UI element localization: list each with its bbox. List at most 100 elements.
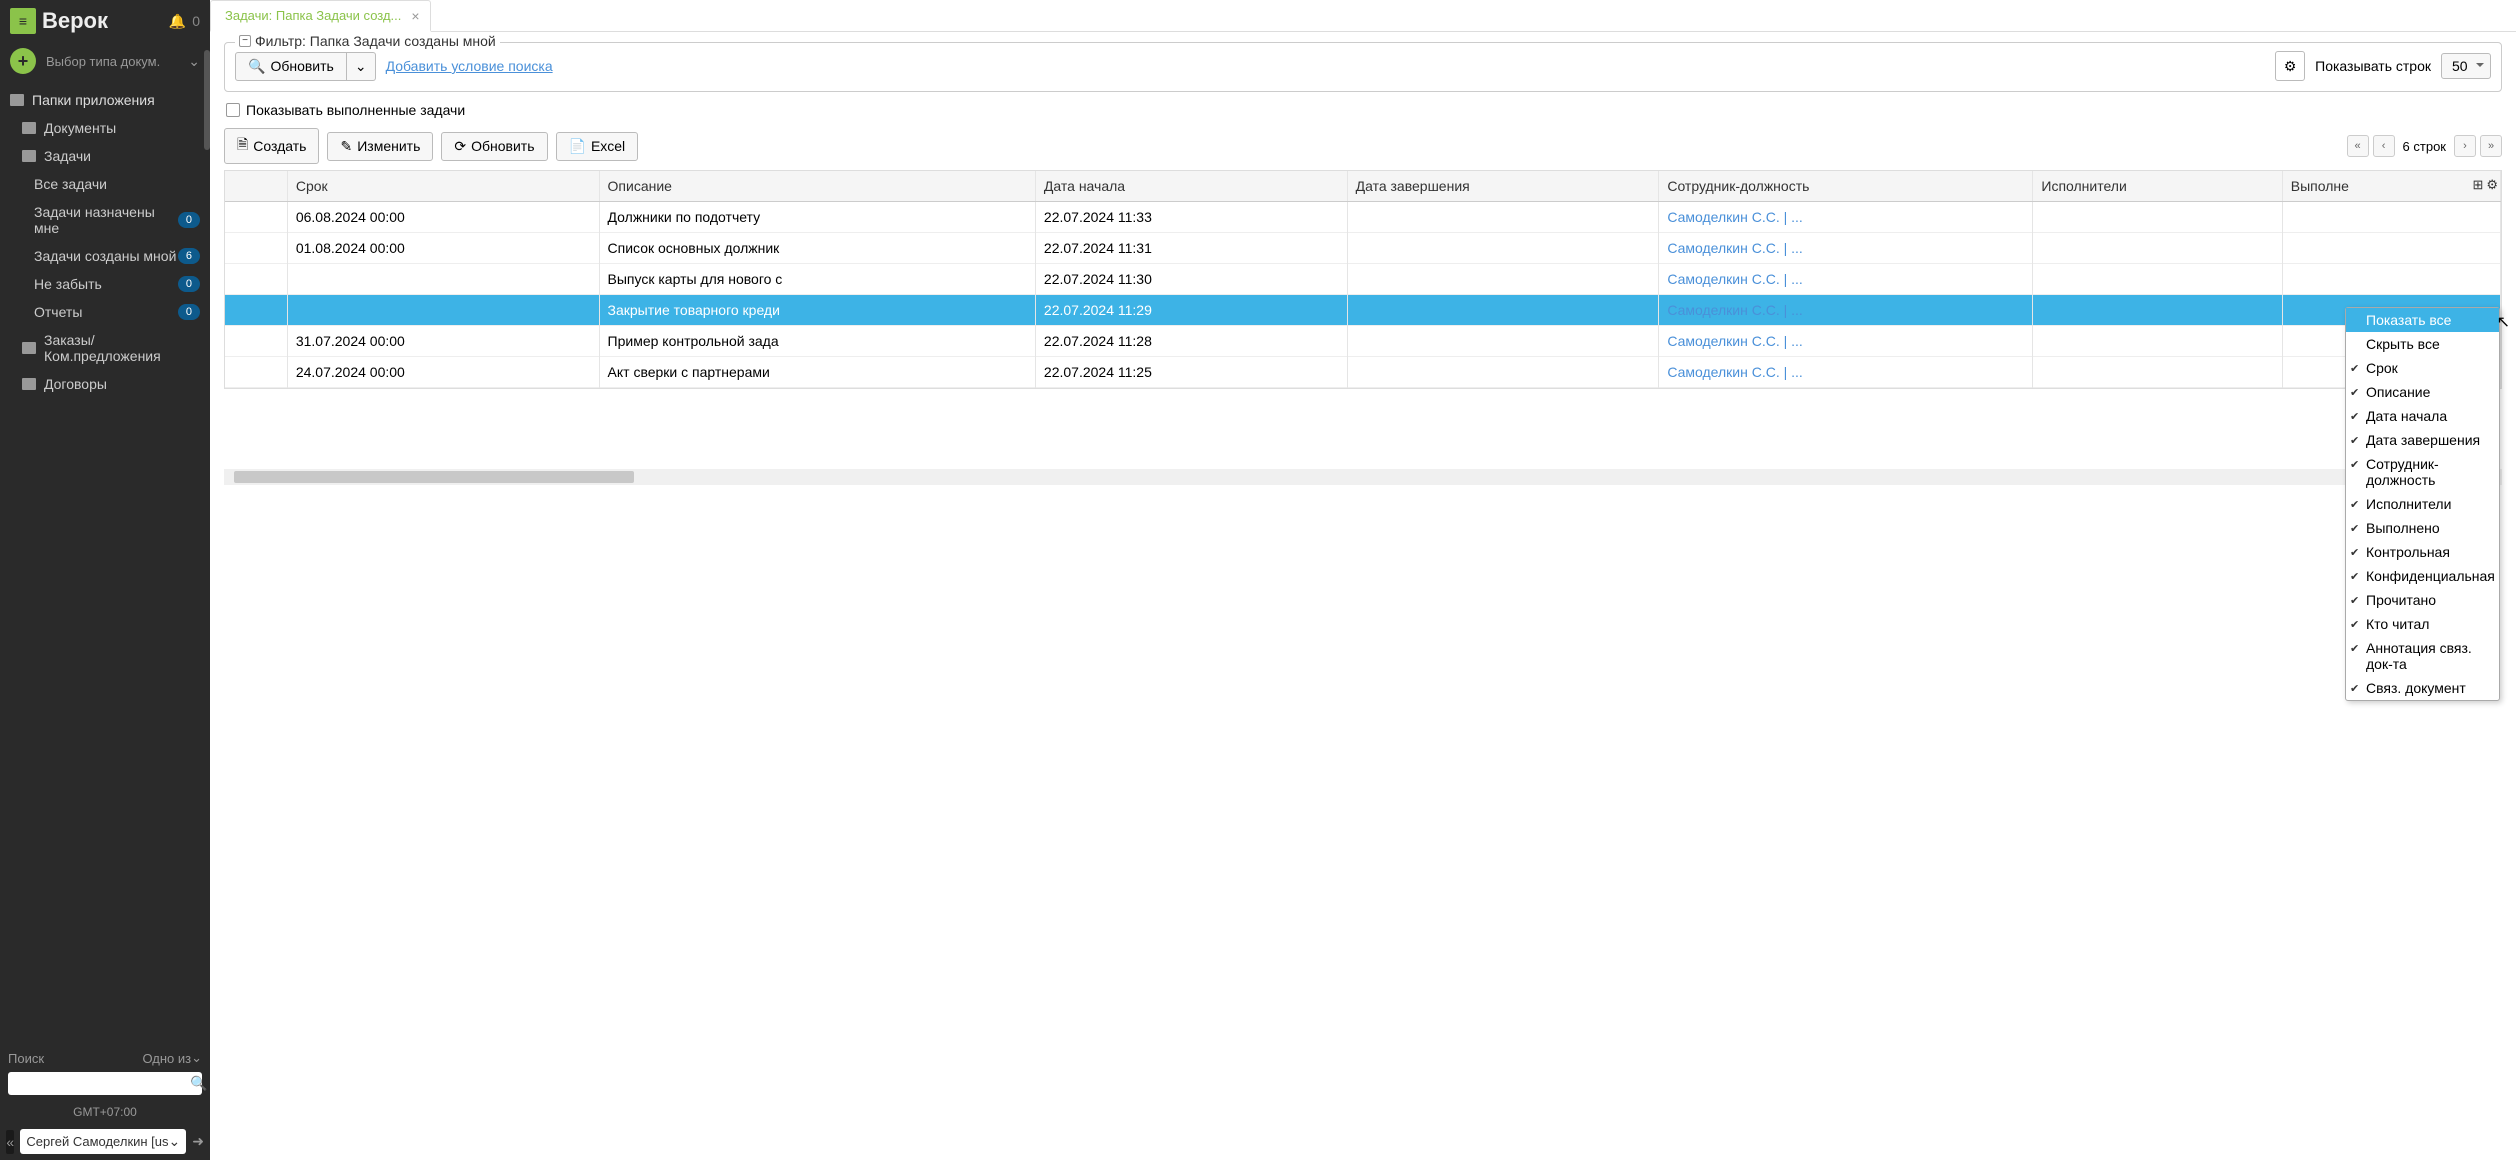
horizontal-scrollbar[interactable] xyxy=(224,469,2502,485)
sidebar-item[interactable]: Задачи созданы мной6 xyxy=(0,242,210,270)
row-checkbox[interactable] xyxy=(225,357,287,388)
collapse-sidebar-button[interactable]: « xyxy=(6,1130,14,1154)
cell-employee: Самоделкин С.С. | ... xyxy=(1659,233,2033,264)
search-icon: 🔍 xyxy=(248,58,265,75)
sidebar-item[interactable]: Заказы/Ком.предложения xyxy=(0,326,210,370)
col-executors[interactable]: Исполнители xyxy=(2033,171,2282,202)
sidebar-item[interactable]: Договоры xyxy=(0,370,210,398)
page-next-button[interactable]: › xyxy=(2454,135,2476,157)
tab-bar: Задачи: Папка Задачи созд... × xyxy=(210,0,2516,32)
create-button[interactable]: 🗎Создать xyxy=(224,128,319,164)
page-first-button[interactable]: « xyxy=(2347,135,2369,157)
search-icon[interactable]: 🔍 xyxy=(190,1075,207,1092)
grid-icon[interactable]: ⊞ xyxy=(2472,177,2483,193)
employee-link[interactable]: Самоделкин С.С. | ... xyxy=(1667,271,1802,287)
close-tab-icon[interactable]: × xyxy=(411,8,419,24)
cell-start: 22.07.2024 11:30 xyxy=(1035,264,1347,295)
tab-tasks[interactable]: Задачи: Папка Задачи созд... × xyxy=(210,0,431,32)
check-icon: ✔ xyxy=(2350,618,2359,631)
row-checkbox[interactable] xyxy=(225,233,287,264)
table-row[interactable]: 01.08.2024 00:00Список основных должник2… xyxy=(225,233,2501,264)
column-settings-icon[interactable]: ⚙ xyxy=(2486,177,2498,193)
row-checkbox[interactable] xyxy=(225,202,287,233)
sidebar-item-label: Задачи назначены мне xyxy=(34,204,178,236)
cell-done xyxy=(2282,202,2500,233)
column-toggle-item[interactable]: ✔Дата начала xyxy=(2346,404,2499,428)
cell-start: 22.07.2024 11:28 xyxy=(1035,326,1347,357)
check-icon: ✔ xyxy=(2350,682,2359,695)
sidebar-item[interactable]: Не забыть0 xyxy=(0,270,210,298)
sidebar-item[interactable]: Документы xyxy=(0,114,210,142)
sidebar-item[interactable]: Задачи xyxy=(0,142,210,170)
column-toggle-item[interactable]: ✔Аннотация связ. док-та xyxy=(2346,636,2499,676)
col-description[interactable]: Описание xyxy=(599,171,1035,202)
column-toggle-item[interactable]: ✔Контрольная xyxy=(2346,540,2499,564)
column-toggle-item[interactable]: ✔Кто читал xyxy=(2346,612,2499,636)
column-toggle-item[interactable]: ✔Прочитано xyxy=(2346,588,2499,612)
table-row[interactable]: 06.08.2024 00:00Должники по подотчету22.… xyxy=(225,202,2501,233)
employee-link[interactable]: Самоделкин С.С. | ... xyxy=(1667,333,1802,349)
filter-refresh-button[interactable]: 🔍 Обновить xyxy=(235,52,347,81)
employee-link[interactable]: Самоделкин С.С. | ... xyxy=(1667,240,1802,256)
column-toggle-item[interactable]: ✔Срок xyxy=(2346,356,2499,380)
row-checkbox[interactable] xyxy=(225,295,287,326)
bell-icon[interactable]: 🔔 xyxy=(169,13,186,30)
cell-description: Должники по подотчету xyxy=(599,202,1035,233)
row-checkbox[interactable] xyxy=(225,264,287,295)
column-toggle-item[interactable]: ✔Сотрудник-должность xyxy=(2346,452,2499,492)
column-toggle-item[interactable]: ✔Описание xyxy=(2346,380,2499,404)
employee-link[interactable]: Самоделкин С.С. | ... xyxy=(1667,209,1802,225)
column-toggle-item[interactable]: ✔Исполнители xyxy=(2346,492,2499,516)
doc-type-select[interactable]: Выбор типа докум. xyxy=(46,54,178,69)
add-condition-link[interactable]: Добавить условие поиска xyxy=(386,58,553,74)
logout-icon[interactable]: ➜ xyxy=(192,1133,204,1150)
collapse-filter-icon[interactable]: − xyxy=(239,35,251,47)
sidebar-item[interactable]: Задачи назначены мне0 xyxy=(0,198,210,242)
search-label: Поиск xyxy=(8,1051,142,1066)
employee-link[interactable]: Самоделкин С.С. | ... xyxy=(1667,364,1802,380)
page-last-button[interactable]: » xyxy=(2480,135,2502,157)
column-toggle-item[interactable]: ✔Выполнено xyxy=(2346,516,2499,540)
filter-settings-button[interactable]: ⚙ xyxy=(2275,51,2305,81)
refresh-button[interactable]: ⟳Обновить xyxy=(441,132,547,161)
col-employee[interactable]: Сотрудник-должность xyxy=(1659,171,2033,202)
table-row[interactable]: 24.07.2024 00:00Акт сверки с партнерами2… xyxy=(225,357,2501,388)
excel-button[interactable]: 📄Excel xyxy=(556,132,639,161)
task-table: Срок Описание Дата начала Дата завершени… xyxy=(224,170,2502,389)
table-row[interactable]: 31.07.2024 00:00Пример контрольной зада2… xyxy=(225,326,2501,357)
filter-refresh-dropdown[interactable]: ⌄ xyxy=(347,52,376,81)
page-prev-button[interactable]: ‹ xyxy=(2373,135,2395,157)
check-icon: ✔ xyxy=(2350,410,2359,423)
check-icon: ✔ xyxy=(2350,386,2359,399)
folder-icon xyxy=(22,378,36,390)
col-done[interactable]: Выполне ⊞ ⚙ xyxy=(2282,171,2500,202)
user-select[interactable]: Сергей Самоделкин [us ⌄ xyxy=(20,1129,186,1154)
table-row[interactable]: Выпуск карты для нового с22.07.2024 11:3… xyxy=(225,264,2501,295)
table-row[interactable]: Закрытие товарного креди22.07.2024 11:29… xyxy=(225,295,2501,326)
employee-link[interactable]: Самоделкин С.С. | ... xyxy=(1667,302,1802,318)
rows-per-page-select[interactable]: 50 xyxy=(2441,53,2491,79)
col-deadline[interactable]: Срок xyxy=(287,171,599,202)
add-button[interactable]: + xyxy=(10,48,36,74)
column-toggle-item[interactable]: ✔Дата завершения xyxy=(2346,428,2499,452)
menu-hide-all[interactable]: Скрыть все xyxy=(2346,332,2499,356)
menu-show-all[interactable]: Показать все xyxy=(2346,308,2499,332)
cell-deadline: 06.08.2024 00:00 xyxy=(287,202,599,233)
cell-start: 22.07.2024 11:33 xyxy=(1035,202,1347,233)
column-toggle-item[interactable]: ✔Конфиденциальная xyxy=(2346,564,2499,588)
col-end-date[interactable]: Дата завершения xyxy=(1347,171,1659,202)
folder-icon xyxy=(10,94,24,106)
row-checkbox[interactable] xyxy=(225,326,287,357)
cell-end xyxy=(1347,326,1659,357)
search-input[interactable] xyxy=(14,1076,190,1091)
gear-icon: ⚙ xyxy=(2284,58,2297,75)
column-toggle-item[interactable]: ✔Связ. документ xyxy=(2346,676,2499,700)
show-done-checkbox[interactable] xyxy=(226,103,240,117)
col-checkbox[interactable] xyxy=(225,171,287,202)
edit-button[interactable]: ✎Изменить xyxy=(327,132,433,161)
sidebar-item[interactable]: Все задачи xyxy=(0,170,210,198)
search-mode[interactable]: Одно из xyxy=(142,1051,191,1066)
tree-root[interactable]: Папки приложения xyxy=(0,86,210,114)
sidebar-item[interactable]: Отчеты0 xyxy=(0,298,210,326)
col-start-date[interactable]: Дата начала xyxy=(1035,171,1347,202)
